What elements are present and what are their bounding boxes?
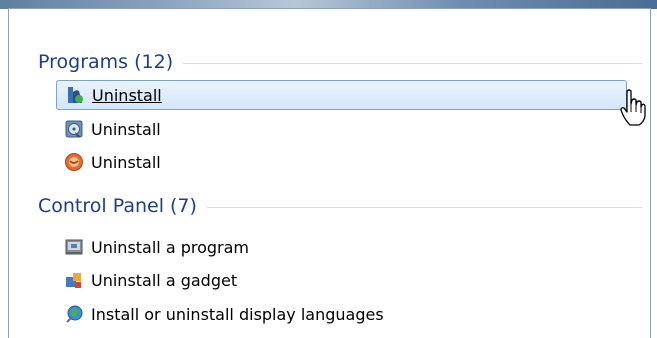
start-search-results-panel: Programs (12) Uninstall Uninstall Uninst… [8,8,651,338]
programs-features-icon [64,237,84,257]
result-item-label: Install or uninstall display languages [91,304,384,324]
result-item-label: Uninstall [92,85,162,105]
result-item-label: Uninstall a program [91,237,250,257]
hand-cursor-icon [618,88,648,128]
result-item-uninstall-a-program[interactable]: Uninstall a program [56,232,626,262]
orange-app-icon [64,152,84,172]
result-item-display-languages[interactable]: Install or uninstall display languages [56,299,626,329]
gadgets-icon [64,270,84,290]
setup-disc-icon [64,119,84,139]
group-title: Control Panel (7) [38,195,197,217]
group-divider [206,207,643,208]
group-divider [183,63,643,64]
result-item-uninstall-a-gadget[interactable]: Uninstall a gadget [56,265,626,295]
result-item-label: Uninstall [91,119,161,139]
group-title: Programs (12) [38,51,174,73]
result-item-uninstall-1[interactable]: Uninstall [56,80,627,110]
result-item-uninstall-3[interactable]: Uninstall [56,147,626,177]
result-item-label: Uninstall a gadget [91,270,238,290]
group-header-control-panel: Control Panel (7) [38,193,643,219]
group-header-programs: Programs (12) [38,49,643,75]
result-item-label: Uninstall [91,152,161,172]
result-item-uninstall-2[interactable]: Uninstall [56,114,626,144]
globe-language-icon [64,304,84,324]
installer-icon [65,85,85,105]
